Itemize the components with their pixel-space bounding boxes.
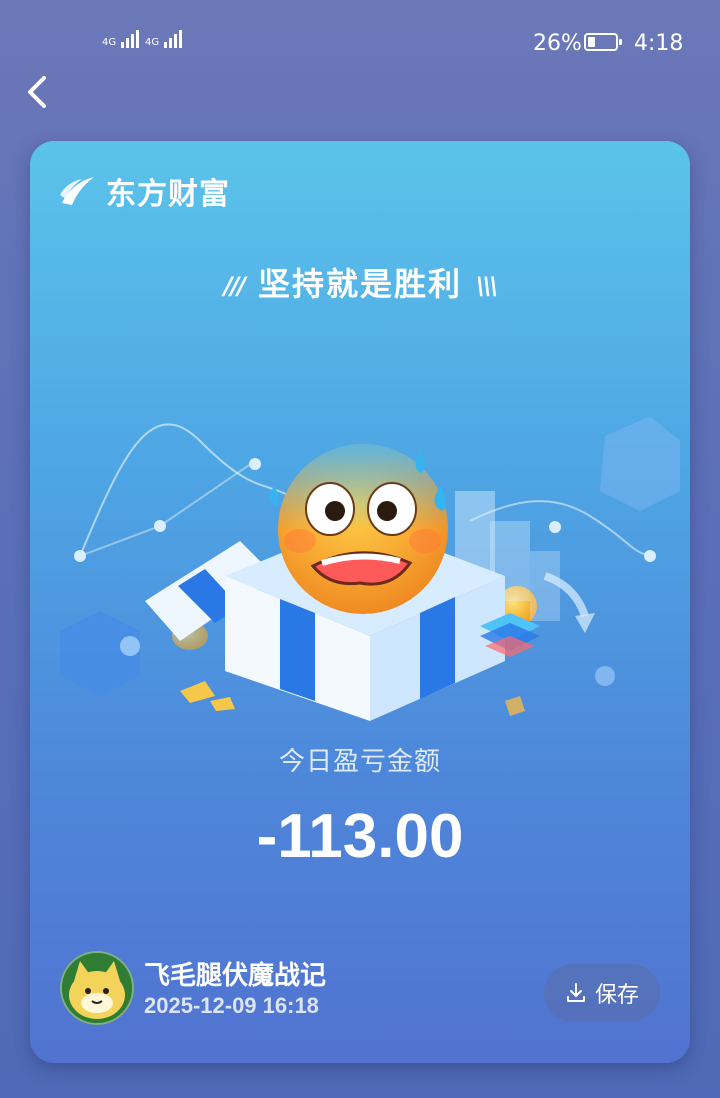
signal-bars-icon: [164, 30, 183, 48]
cartoon-cat-avatar-icon: [62, 953, 132, 1023]
network-type-2: 4G: [145, 37, 160, 48]
battery-percent: 26%: [533, 31, 582, 56]
slogan-right-decoration: \\\: [476, 272, 498, 300]
sweating-emoji-gift-box-illustration: [60, 416, 680, 721]
download-icon: [566, 983, 585, 1002]
battery-icon: [584, 33, 622, 51]
signal-bars-icon: [121, 30, 140, 48]
user-name: 飞毛腿伏魔战记: [144, 961, 327, 991]
status-time: 4:18: [634, 31, 684, 56]
slogan-text: 坚持就是胜利: [257, 265, 462, 303]
brand-name: 东方财富: [106, 177, 230, 212]
back-button[interactable]: [22, 70, 62, 114]
slogan: /// 坚持就是胜利 \\\: [30, 259, 690, 305]
pnl-value: -113.00: [256, 802, 464, 871]
signal-strength-2: 4G: [145, 30, 183, 48]
network-type-1: 4G: [102, 37, 117, 48]
signal-strength-1: 4G: [102, 30, 140, 48]
slogan-left-decoration: ///: [223, 272, 246, 300]
timestamp: 2025-12-09 16:18: [144, 993, 319, 1018]
eastmoney-logo-icon: [60, 177, 94, 205]
status-bar: 4G 4G 26% 4:18: [0, 0, 720, 80]
save-label: 保存: [594, 983, 639, 1008]
pnl-label: 今日盈亏金额: [278, 747, 441, 777]
share-card: 东方财富 /// 坚持就是胜利 \\\ 今日盈亏金额 -113.00 飞毛腿伏魔战…: [30, 141, 690, 1063]
save-button[interactable]: 保存: [544, 964, 660, 1022]
brand-logo: 东方财富: [58, 169, 230, 213]
chevron-left-icon: [28, 76, 46, 108]
avatar: [60, 951, 134, 1025]
